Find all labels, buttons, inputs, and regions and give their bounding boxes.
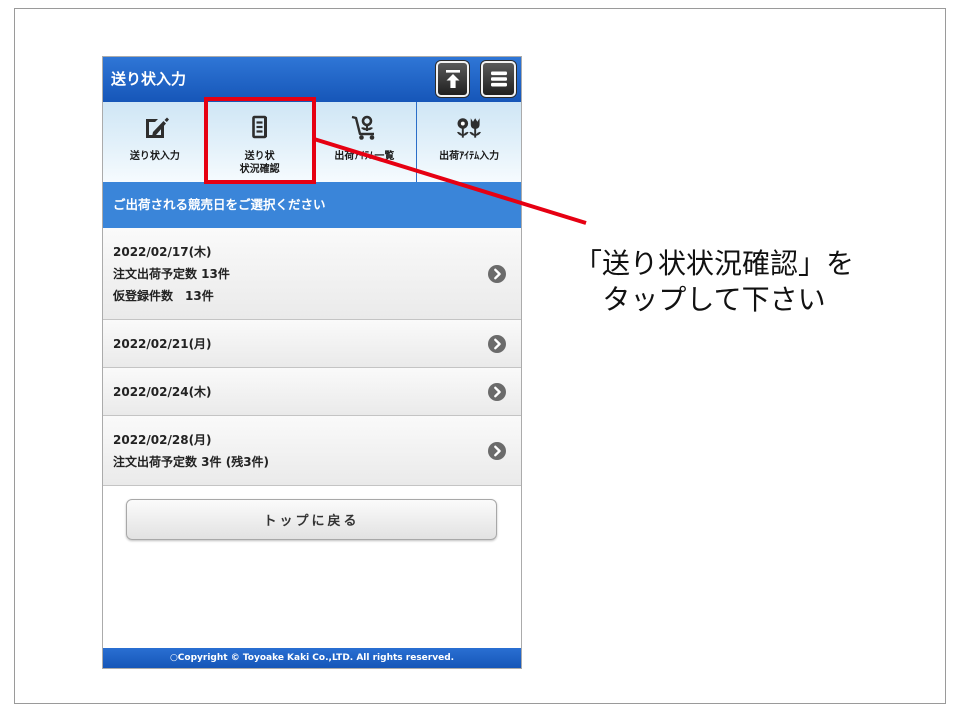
menu-icon[interactable] bbox=[481, 61, 516, 97]
flower-icon bbox=[454, 114, 484, 141]
callout-line: 「送り状状況確認」を bbox=[573, 247, 854, 280]
order-count: 注文出荷予定数 3件 (残3件) bbox=[113, 454, 270, 469]
auction-date: 2022/02/17(木) bbox=[113, 244, 212, 259]
edit-icon bbox=[140, 114, 170, 141]
provisional-count: 仮登録件数 13件 bbox=[113, 288, 214, 303]
tab-label-line: 出荷ｱｲﾃﾑ入力 bbox=[439, 151, 500, 162]
auction-date: 2022/02/21(月) bbox=[113, 336, 212, 351]
tab-label: 送り状入力 bbox=[130, 150, 180, 163]
highlight-box bbox=[204, 97, 316, 184]
date-item[interactable]: 2022/02/28(月) 注文出荷予定数 3件 (残3件) bbox=[103, 416, 521, 486]
back-to-top-button[interactable]: トップに戻る bbox=[126, 499, 497, 540]
date-item[interactable]: 2022/02/17(木) 注文出荷予定数 13件 仮登録件数 13件 bbox=[103, 228, 521, 320]
chevron-right-icon bbox=[488, 382, 506, 401]
date-item-text: 2022/02/28(月) 注文出荷予定数 3件 (残3件) bbox=[113, 429, 269, 473]
tab-invoice-input[interactable]: 送り状入力 bbox=[103, 102, 207, 182]
date-item-text: 2022/02/24(木) bbox=[113, 381, 212, 403]
copyright-footer: ○Copyright © Toyoake Kaki Co.,LTD. All r… bbox=[103, 648, 521, 668]
tab-label-line: 出荷ｱｲﾃﾑ一覧 bbox=[334, 151, 395, 162]
date-item-text: 2022/02/21(月) bbox=[113, 333, 212, 355]
tab-shipping-items-input[interactable]: 出荷ｱｲﾃﾑ入力 bbox=[416, 102, 521, 182]
chevron-right-icon bbox=[488, 264, 506, 283]
date-item[interactable]: 2022/02/21(月) bbox=[103, 320, 521, 368]
scroll-to-top-icon[interactable] bbox=[436, 61, 469, 97]
callout-line: タップして下さい bbox=[602, 283, 826, 316]
tab-shipping-items-list[interactable]: 出荷ｱｲﾃﾑ一覧 bbox=[311, 102, 417, 182]
plant-cart-icon bbox=[349, 114, 379, 141]
tab-label-line: 送り状入力 bbox=[129, 151, 180, 162]
callout-text: 「送り状状況確認」を タップして下さい bbox=[549, 246, 879, 318]
page-title: 送り状入力 bbox=[111, 70, 187, 88]
app-header: 送り状入力 bbox=[103, 57, 521, 102]
section-title: ご出荷される競売日をご選択ください bbox=[103, 182, 521, 228]
order-count: 注文出荷予定数 13件 bbox=[113, 266, 230, 281]
tab-label: 出荷ｱｲﾃﾑ一覧 bbox=[334, 150, 394, 163]
date-item-text: 2022/02/17(木) 注文出荷予定数 13件 仮登録件数 13件 bbox=[113, 241, 230, 307]
auction-date: 2022/02/24(木) bbox=[113, 384, 212, 399]
tab-label: 出荷ｱｲﾃﾑ入力 bbox=[439, 150, 499, 163]
date-item[interactable]: 2022/02/24(木) bbox=[103, 368, 521, 416]
auction-date: 2022/02/28(月) bbox=[113, 432, 212, 447]
chevron-right-icon bbox=[488, 334, 506, 353]
chevron-right-icon bbox=[488, 441, 506, 460]
content-area: トップに戻る bbox=[103, 486, 521, 648]
